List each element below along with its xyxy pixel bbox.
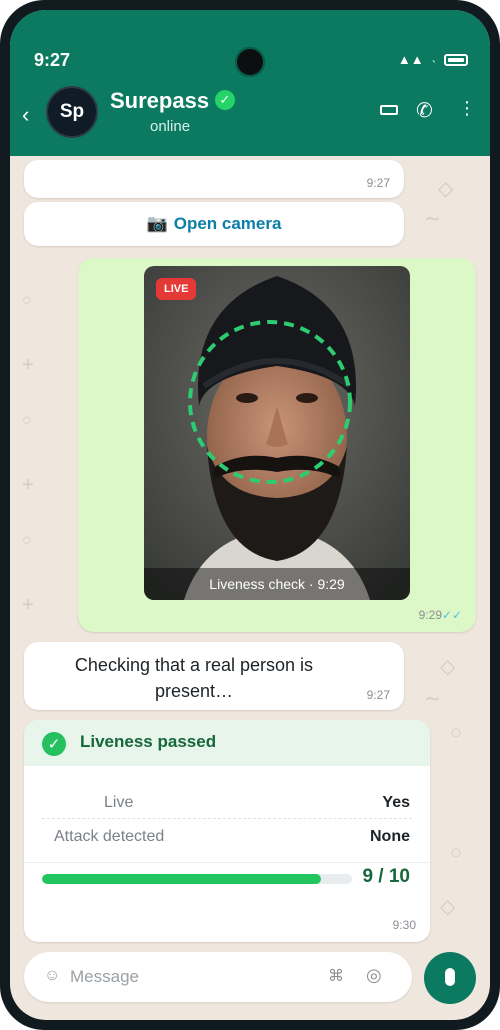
message-text: Checking that a real person is present…: [74, 655, 314, 701]
pattern-circle-icon: ○: [450, 842, 463, 864]
result-title: Liveness passed: [80, 732, 217, 751]
message-composer: ☺ ⌘ ◎: [24, 952, 412, 1002]
result-header: ✓ Liveness passed: [24, 720, 430, 766]
open-camera-label: Open camera: [173, 214, 282, 233]
message-bubble: 9:27: [24, 160, 404, 198]
pattern-circle-icon: ○: [22, 412, 32, 429]
row-label-attack: Attack detected: [54, 828, 165, 845]
sent-photo-bubble: LIVE Liveness check · 9:29 9:29 ✓✓: [78, 258, 476, 632]
score-progress-fill: [42, 874, 321, 884]
signal-icon: ▲▲: [397, 52, 424, 67]
row-label-live: Live: [104, 794, 134, 811]
video-call-icon[interactable]: [380, 100, 398, 123]
photo-caption: Liveness check · 9:29: [144, 568, 410, 600]
chat-header: 9:27 ▲▲ ˴ ‹ Sp Surepass ✓ online ✆ ⋮: [10, 10, 490, 156]
emoji-icon[interactable]: ☺: [44, 967, 60, 985]
pattern-plus-icon: +: [22, 354, 34, 376]
camera-shortcut-icon[interactable]: ◎: [366, 965, 382, 986]
screen: 9:27 ▲▲ ˴ ‹ Sp Surepass ✓ online ✆ ⋮ ◇ ∼…: [10, 10, 490, 1020]
pattern-wave-icon: ∼: [424, 688, 441, 710]
camera-icon: 📷: [146, 214, 168, 233]
read-receipt-icon: ✓✓: [441, 608, 462, 622]
pattern-plus-icon: +: [22, 594, 34, 616]
section-divider: [24, 862, 430, 863]
mic-icon: [445, 968, 455, 986]
score-value: 9 / 10: [362, 866, 410, 887]
battery-icon: [444, 53, 468, 66]
liveness-result-card: ✓ Liveness passed Live Yes Attack detect…: [24, 720, 430, 942]
pattern-circle-icon: ○: [450, 722, 463, 744]
message-input[interactable]: [70, 965, 300, 989]
score-progress-bar: [42, 874, 352, 884]
pattern-circle-icon: ○: [22, 292, 32, 309]
live-badge: LIVE: [156, 278, 197, 300]
pattern-circle-icon: ○: [22, 532, 32, 549]
status-icons: ▲▲ ˴: [398, 52, 468, 67]
message-time: 9:27: [366, 688, 390, 702]
front-camera: [235, 47, 265, 77]
verified-badge-icon: ✓: [215, 90, 235, 110]
contact-name[interactable]: Surepass: [110, 88, 209, 114]
message-time: 9:29: [418, 608, 442, 622]
attach-icon[interactable]: ⌘: [328, 966, 344, 986]
check-circle-icon: ✓: [42, 732, 66, 756]
selfie-photo[interactable]: LIVE Liveness check · 9:29: [144, 266, 410, 600]
pattern-diamond-icon: ◇: [440, 896, 456, 918]
selfie-image: [144, 266, 410, 600]
pattern-wave-icon: ∼: [424, 208, 441, 230]
pattern-diamond-icon: ◇: [438, 178, 454, 200]
phone-call-icon[interactable]: ✆: [416, 98, 433, 123]
more-options-icon[interactable]: ⋮: [458, 98, 476, 119]
avatar[interactable]: Sp: [46, 86, 98, 138]
contact-status: online: [150, 118, 191, 135]
mic-button[interactable]: [424, 952, 476, 1004]
pattern-diamond-icon: ◇: [440, 656, 456, 678]
row-value-attack: None: [370, 828, 410, 845]
wifi-icon: ˴: [431, 52, 436, 67]
row-value-live: Yes: [382, 794, 410, 811]
status-time: 9:27: [34, 50, 71, 70]
open-camera-button[interactable]: 📷 Open camera: [24, 202, 404, 246]
back-button[interactable]: ‹: [22, 102, 29, 128]
row-divider: [42, 818, 412, 819]
pattern-plus-icon: +: [22, 474, 34, 496]
message-time: 9:30: [392, 918, 416, 932]
phone-frame: 9:27 ▲▲ ˴ ‹ Sp Surepass ✓ online ✆ ⋮ ◇ ∼…: [0, 0, 500, 1030]
message-time: 9:27: [366, 176, 390, 190]
message-bubble: Checking that a real person is present… …: [24, 642, 404, 710]
